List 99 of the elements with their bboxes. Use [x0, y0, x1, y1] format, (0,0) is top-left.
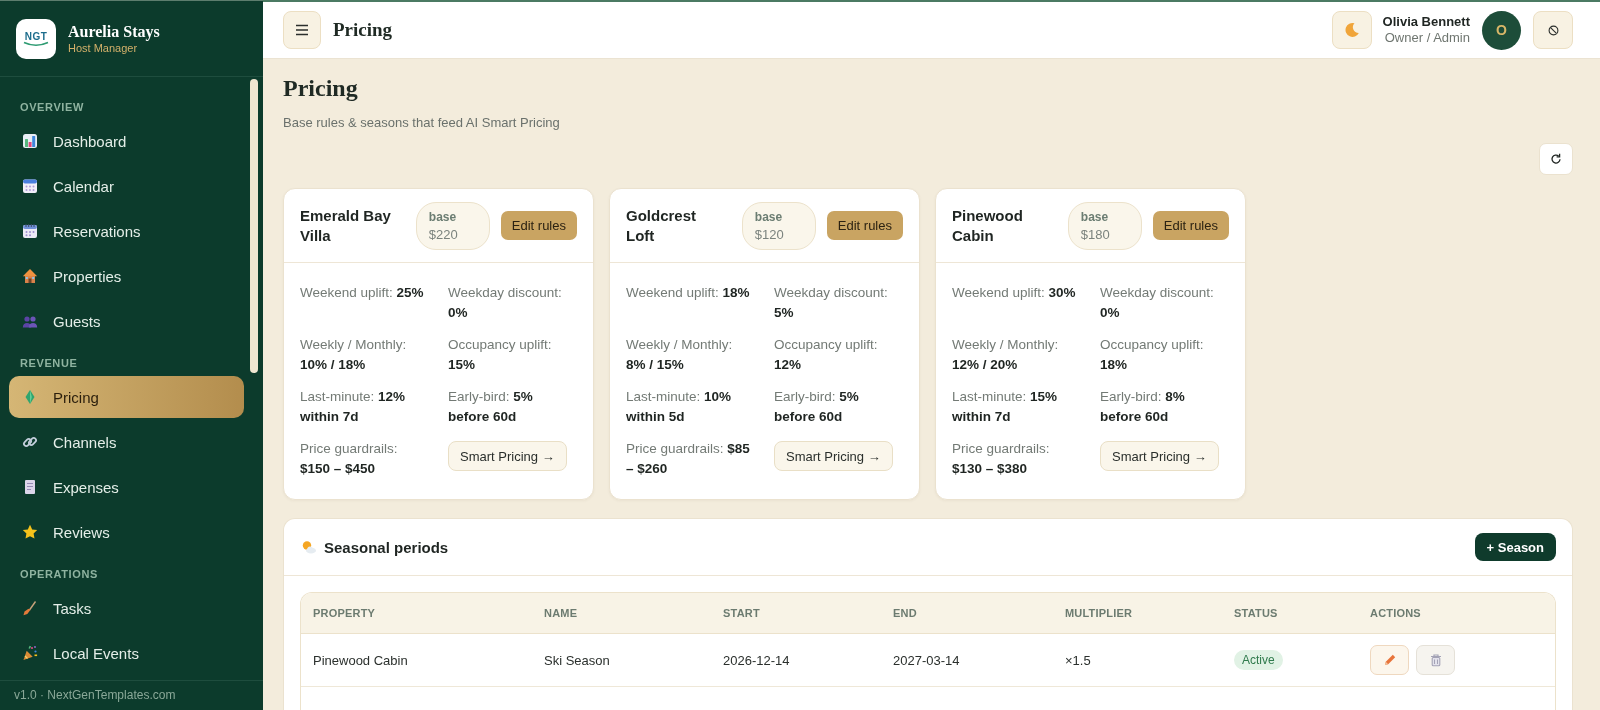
rule-text: Early-bird: 5% before 60d [774, 388, 860, 426]
rule-text: Occupancy uplift: 12% [774, 336, 879, 374]
section-label: OPERATIONS [19, 567, 99, 582]
rule-text: Occupancy uplift: 15% [448, 336, 553, 374]
column-header: START [723, 607, 761, 619]
base-label: base [1080, 208, 1110, 226]
logout-button[interactable] [1533, 11, 1573, 49]
rule-text: Price guardrails: $85 – $260 [626, 440, 751, 478]
bar-chart-icon [22, 133, 38, 149]
rule-text: Weekend uplift: 30% [952, 284, 1077, 302]
trash-icon [1428, 653, 1443, 667]
sidebar-item[interactable]: Properties [9, 255, 244, 297]
rule-text: Weekday discount: 5% [774, 284, 889, 322]
spiral-calendar-icon [22, 223, 38, 239]
receipt-icon [22, 479, 38, 495]
column-header: PROPERTY [313, 607, 377, 619]
sidebar-item[interactable]: Reviews [9, 511, 244, 553]
rule-text: Weekly / Monthly: 8% / 15% [626, 336, 734, 374]
rule-text: Last-minute: 12% within 7d [300, 388, 407, 426]
table-cell-text: Ski Season [544, 652, 611, 668]
smart-pricing-button[interactable]: Smart Pricing → [448, 441, 567, 471]
user-avatar[interactable]: O [1482, 10, 1521, 50]
base-price: $180 [1080, 225, 1111, 244]
table-cell-text: Pinewood Cabin [313, 652, 409, 668]
edit-rules-button[interactable]: Edit rules [500, 211, 577, 240]
sidebar-item[interactable]: Pricing [9, 376, 244, 418]
base-label: base [428, 208, 458, 226]
topbar-title: Pricing [333, 19, 393, 41]
column-header: MULTIPLIER [1065, 607, 1134, 619]
delete-button[interactable] [1416, 645, 1455, 675]
sidebar-item[interactable]: Reservations [9, 210, 244, 252]
menu-button[interactable] [283, 11, 321, 49]
table-cell-text: ×1.5 [1065, 652, 1092, 668]
version-footer: v1.0 · NextGenTemplates.com [0, 680, 263, 710]
brand-name: Aurelia Stays [68, 22, 160, 41]
refresh-button[interactable] [1539, 143, 1573, 175]
people-icon [22, 313, 38, 329]
column-header: STATUS [1234, 607, 1279, 619]
scrollbar-thumb[interactable] [250, 79, 258, 373]
sidebar-item[interactable]: Channels [9, 421, 244, 463]
star-icon [22, 524, 38, 540]
sun-cloud-icon [301, 539, 317, 555]
base-label: base [754, 208, 784, 226]
sidebar-item[interactable]: Expenses [9, 466, 244, 508]
rule-text: Weekly / Monthly: 12% / 20% [952, 336, 1060, 374]
sidebar-item[interactable]: Dashboard [9, 120, 244, 162]
base-price: $120 [754, 225, 785, 244]
user-role: Owner / Admin [1383, 30, 1470, 46]
smart-pricing-button[interactable]: Smart Pricing → [774, 441, 893, 471]
refresh-icon [1550, 153, 1562, 165]
rule-text: Weekend uplift: 25% [300, 284, 425, 302]
rule-text: Weekend uplift: 18% [626, 284, 751, 302]
sidebar-item[interactable]: Guests [9, 300, 244, 342]
edit-button[interactable] [1370, 645, 1409, 675]
brand-tagline: Host Manager [68, 41, 139, 55]
property-name: Emerald Bay Villa [300, 205, 392, 246]
column-header: END [893, 607, 918, 619]
sidebar-item[interactable]: Local Events [9, 632, 244, 674]
edit-rules-button[interactable]: Edit rules [826, 211, 903, 240]
rule-text: Early-bird: 8% before 60d [1100, 388, 1186, 426]
user-name: Olivia Bennett [1382, 14, 1470, 30]
table-cell-text: 2026-12-14 [723, 652, 791, 668]
moon-icon [1343, 22, 1360, 38]
sidebar-item[interactable]: Calendar [9, 165, 244, 207]
column-header: ACTIONS [1370, 607, 1422, 619]
edit-rules-button[interactable]: Edit rules [1152, 211, 1229, 240]
page-subtitle: Base rules & seasons that feed AI Smart Pricing [283, 115, 561, 131]
theme-toggle-button[interactable] [1331, 11, 1372, 49]
broom-icon [22, 600, 38, 616]
party-popper-icon [22, 645, 38, 661]
add-season-button[interactable]: + Season [1474, 533, 1556, 561]
property-name: Pinewood Cabin [952, 205, 1024, 246]
column-header: NAME [544, 607, 579, 619]
base-price: $220 [428, 225, 459, 244]
section-label: REVENUE [19, 356, 79, 371]
section-label: OVERVIEW [19, 100, 85, 115]
rule-text: Weekday discount: 0% [448, 284, 563, 322]
rule-text: Early-bird: 5% before 60d [448, 388, 534, 426]
property-name: Goldcrest Loft [626, 205, 698, 246]
page-title: Pricing [283, 74, 359, 102]
rule-text: Last-minute: 15% within 7d [952, 388, 1059, 426]
status-badge: Active [1234, 650, 1283, 670]
table-cell-text: 2027-03-14 [893, 652, 961, 668]
pencil-icon [1382, 653, 1397, 667]
calendar-icon [22, 178, 38, 194]
brand-logo: NGT [16, 18, 56, 59]
menu-icon [295, 24, 309, 36]
rule-text: Price guardrails: $130 – $380 [952, 440, 1051, 478]
panel-title: Seasonal periods [324, 538, 449, 556]
rule-text: Price guardrails: $150 – $450 [300, 440, 399, 478]
sidebar-item[interactable]: Tasks [9, 587, 244, 629]
link-icon [22, 434, 38, 450]
smart-pricing-button[interactable]: Smart Pricing → [1100, 441, 1219, 471]
rule-text: Last-minute: 10% within 5d [626, 388, 733, 426]
house-icon [22, 268, 38, 284]
rule-text: Weekly / Monthly: 10% / 18% [300, 336, 408, 374]
rule-text: Occupancy uplift: 18% [1100, 336, 1205, 374]
circle-slash-icon [1547, 24, 1559, 36]
rule-text: Weekday discount: 0% [1100, 284, 1215, 322]
